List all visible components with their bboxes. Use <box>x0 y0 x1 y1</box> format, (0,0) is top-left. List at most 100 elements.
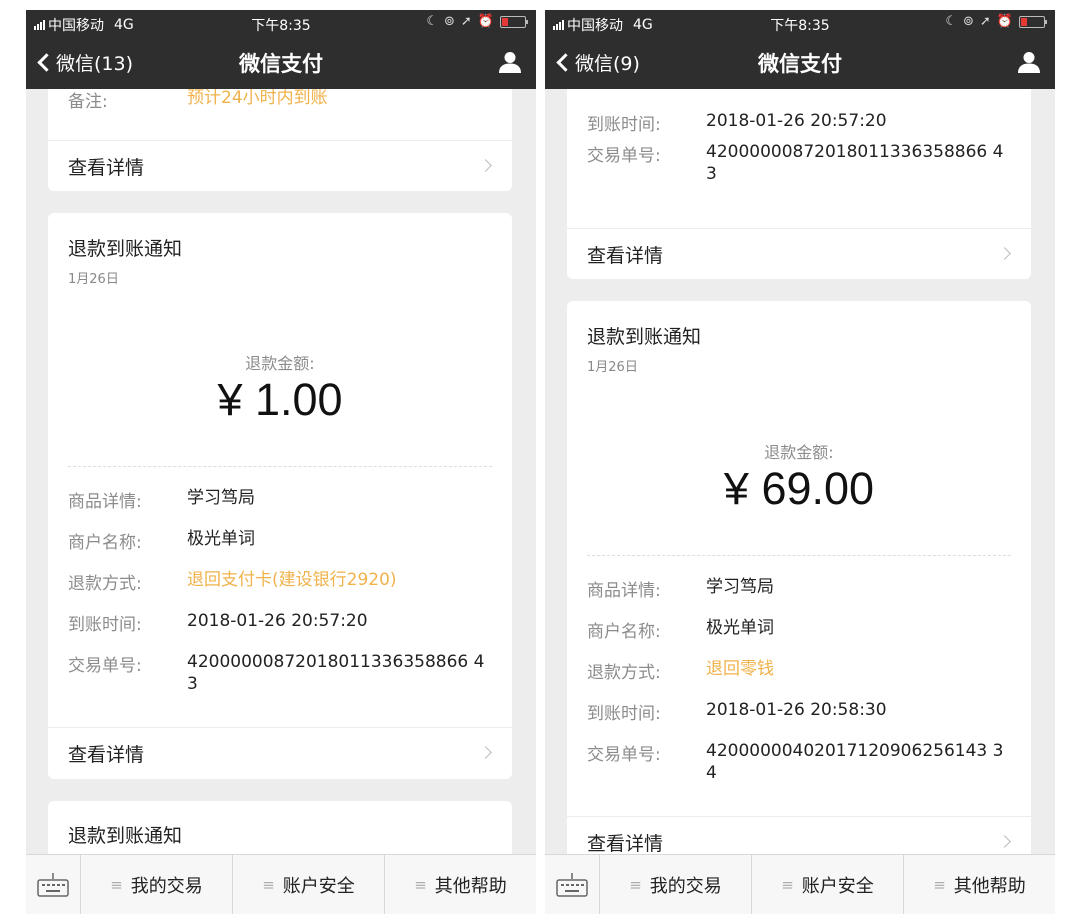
detail-row: 商户名称: 极光单词 <box>587 617 1011 642</box>
menu-other-help[interactable]: ≡ 其他帮助 <box>385 855 536 914</box>
row-value: 预计24小时内到账 <box>187 89 328 108</box>
card-date: 1月26日 <box>587 360 638 375</box>
amount-label: 退款金额: <box>764 443 834 462</box>
row-value: 42000000872018011336358866 43 <box>187 652 485 694</box>
menu-label: 其他帮助 <box>434 875 507 897</box>
row-key: 备注: <box>68 92 108 112</box>
card-date: 1月26日 <box>68 272 119 287</box>
keyboard-icon <box>37 872 69 897</box>
detail-row: 交易单号: 42000000872018011336358866 43 <box>68 651 492 695</box>
bottom-menu: ≡ 我的交易 ≡ 账户安全 ≡ 其他帮助 <box>26 854 536 914</box>
menu-icon: ≡ <box>781 875 794 894</box>
refund-notice-card: 退款到账通知 1月26日 退款金额: ¥ 69.00 商品详情: 学习笃局 商户… <box>567 301 1031 854</box>
alarm-icon: ⏰ <box>477 14 494 29</box>
row-value: 2018-01-26 20:57:20 <box>706 111 887 131</box>
message-list: 备注: 预计24小时内到账 查看详情 退款到账通知 1月26日 退款金额: ¥ … <box>26 89 536 854</box>
row-key: 到账时间: <box>587 704 661 724</box>
row-key: 到账时间: <box>68 615 142 635</box>
menu-icon: ≡ <box>110 875 123 894</box>
battery-icon <box>500 15 528 28</box>
view-details-label: 查看详情 <box>68 744 145 766</box>
divider <box>587 555 1011 556</box>
lock-rotation-icon: ⊚ <box>963 14 974 29</box>
row-key: 交易单号: <box>587 146 661 166</box>
detail-row: 到账时间: 2018-01-26 20:57:20 <box>587 110 1011 135</box>
amount-value: ¥ 1.00 <box>217 374 343 425</box>
detail-row: 退款方式: 退回零钱 <box>587 658 1011 683</box>
row-value: 2018-01-26 20:57:20 <box>187 611 368 631</box>
battery-icon <box>1019 15 1047 28</box>
status-bar: 中国移动 4G 下午8:35 ☾ ⊚ ➚ ⏰ <box>545 10 1055 36</box>
view-details-link[interactable]: 查看详情 <box>48 727 512 777</box>
message-card: 备注: 预计24小时内到账 查看详情 <box>48 89 512 191</box>
chevron-right-icon <box>998 247 1011 260</box>
row-value: 极光单词 <box>706 618 774 638</box>
row-key: 退款方式: <box>68 574 142 594</box>
view-details-label: 查看详情 <box>587 833 664 854</box>
refund-notice-card: 退款到账通知 <box>48 801 512 854</box>
chevron-right-icon <box>998 835 1011 848</box>
detail-row: 交易单号: 42000000402017120906256143 34 <box>587 740 1011 784</box>
detail-row: 商品详情: 学习笃局 <box>587 576 1011 601</box>
nav-bar: 微信(13) 微信支付 <box>26 36 536 89</box>
message-card: 到账时间: 2018-01-26 20:57:20 交易单号: 42000000… <box>567 89 1031 279</box>
row-key: 到账时间: <box>587 115 661 135</box>
menu-label: 账户安全 <box>282 875 355 897</box>
menu-label: 其他帮助 <box>953 875 1026 897</box>
card-title: 退款到账通知 <box>68 825 183 847</box>
moon-icon: ☾ <box>945 14 957 29</box>
moon-icon: ☾ <box>426 14 438 29</box>
lock-rotation-icon: ⊚ <box>444 14 455 29</box>
detail-row: 商品详情: 学习笃局 <box>68 487 492 512</box>
row-value: 42000000872018011336358866 43 <box>706 142 1004 184</box>
view-details-label: 查看详情 <box>68 157 145 179</box>
row-value: 42000000402017120906256143 34 <box>706 741 1004 783</box>
menu-icon: ≡ <box>933 875 946 894</box>
row-key: 商品详情: <box>587 581 661 601</box>
location-icon: ➚ <box>460 14 472 29</box>
divider <box>68 466 492 467</box>
keyboard-toggle-button[interactable] <box>545 855 600 914</box>
menu-account-security[interactable]: ≡ 账户安全 <box>752 855 904 914</box>
page-title: 微信支付 <box>758 52 842 76</box>
keyboard-icon <box>556 872 588 897</box>
amount-label: 退款金额: <box>245 354 315 373</box>
menu-label: 我的交易 <box>649 875 722 897</box>
person-icon[interactable] <box>1017 50 1041 74</box>
row-key: 商户名称: <box>587 622 661 642</box>
row-value: 退回支付卡(建设银行2920) <box>187 570 397 590</box>
menu-icon: ≡ <box>629 875 642 894</box>
row-value: 退回零钱 <box>706 659 774 679</box>
menu-icon: ≡ <box>414 875 427 894</box>
right-phone-screen: 中国移动 4G 下午8:35 ☾ ⊚ ➚ ⏰ 微信(9) 微信支付 到账时间: … <box>545 10 1055 914</box>
card-title: 退款到账通知 <box>68 238 183 260</box>
row-value: 学习笃局 <box>706 577 774 597</box>
row-key: 商户名称: <box>68 533 142 553</box>
menu-my-transactions[interactable]: ≡ 我的交易 <box>81 855 233 914</box>
alarm-icon: ⏰ <box>996 14 1013 29</box>
row-key: 交易单号: <box>68 656 142 676</box>
menu-account-security[interactable]: ≡ 账户安全 <box>233 855 385 914</box>
card-title: 退款到账通知 <box>587 326 702 348</box>
left-phone-screen: 中国移动 4G 下午8:35 ☾ ⊚ ➚ ⏰ 微信(13) 微信支付 备注: 预… <box>26 10 536 914</box>
row-key: 交易单号: <box>587 745 661 765</box>
keyboard-toggle-button[interactable] <box>26 855 81 914</box>
person-icon[interactable] <box>498 50 522 74</box>
amount-value: ¥ 69.00 <box>723 463 875 514</box>
detail-row: 交易单号: 42000000872018011336358866 43 <box>587 141 1011 185</box>
menu-my-transactions[interactable]: ≡ 我的交易 <box>600 855 752 914</box>
view-details-link[interactable]: 查看详情 <box>567 228 1031 278</box>
view-details-link[interactable]: 查看详情 <box>48 140 512 190</box>
bottom-menu: ≡ 我的交易 ≡ 账户安全 ≡ 其他帮助 <box>545 854 1055 914</box>
row-key: 商品详情: <box>68 492 142 512</box>
row-value: 学习笃局 <box>187 488 255 508</box>
view-details-link[interactable]: 查看详情 <box>567 816 1031 854</box>
menu-other-help[interactable]: ≡ 其他帮助 <box>904 855 1055 914</box>
row-value: 极光单词 <box>187 529 255 549</box>
message-list: 到账时间: 2018-01-26 20:57:20 交易单号: 42000000… <box>545 89 1055 854</box>
refund-notice-card: 退款到账通知 1月26日 退款金额: ¥ 1.00 商品详情: 学习笃局 商户名… <box>48 213 512 779</box>
row-key: 退款方式: <box>587 663 661 683</box>
menu-label: 我的交易 <box>130 875 203 897</box>
row-value: 2018-01-26 20:58:30 <box>706 700 887 720</box>
status-bar: 中国移动 4G 下午8:35 ☾ ⊚ ➚ ⏰ <box>26 10 536 36</box>
